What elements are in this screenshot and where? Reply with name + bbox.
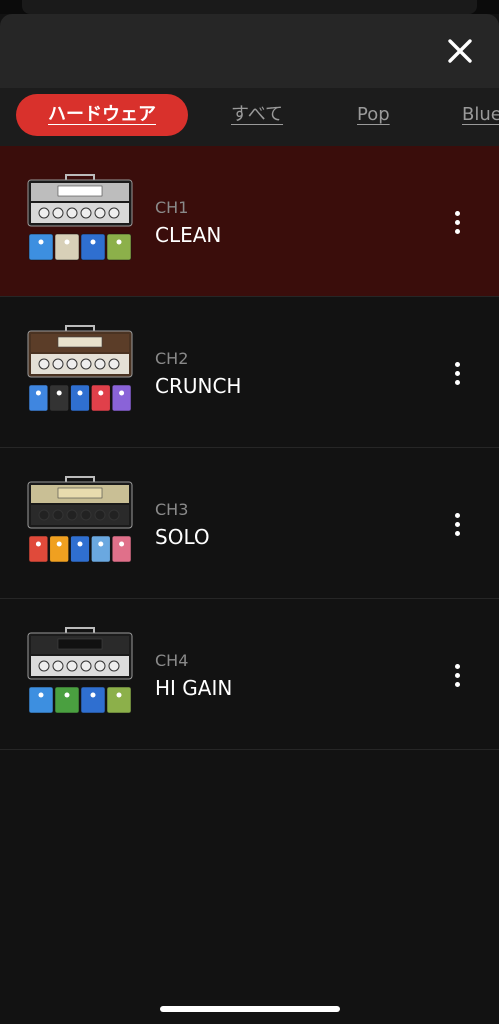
channel-row-ch3[interactable]: CH3 SOLO bbox=[0, 448, 499, 599]
channel-row-ch4[interactable]: CH4 HI GAIN bbox=[0, 599, 499, 750]
close-icon bbox=[448, 39, 472, 63]
more-options-button[interactable] bbox=[445, 657, 469, 693]
channel-number: CH2 bbox=[155, 349, 189, 368]
sheet-header bbox=[0, 14, 499, 88]
amp-thumbnail bbox=[27, 174, 133, 261]
tab-pop[interactable]: Pop bbox=[357, 94, 390, 136]
home-indicator bbox=[160, 1006, 340, 1012]
channel-list: CH1 CLEAN CH2 CRUNCH CH3 SOLO CH4 HI GAI… bbox=[0, 146, 499, 750]
tab-hardware[interactable]: ハードウェア bbox=[16, 94, 188, 136]
channel-name: SOLO bbox=[155, 525, 210, 549]
tab-blues[interactable]: Blue bbox=[462, 94, 499, 136]
channel-row-ch2[interactable]: CH2 CRUNCH bbox=[0, 297, 499, 448]
channel-name: CLEAN bbox=[155, 223, 222, 247]
more-icon bbox=[454, 361, 460, 367]
more-options-button[interactable] bbox=[445, 506, 469, 542]
channel-number: CH4 bbox=[155, 651, 189, 670]
channel-number: CH3 bbox=[155, 500, 189, 519]
channel-name: CRUNCH bbox=[155, 374, 242, 398]
background-sheet bbox=[0, 0, 499, 14]
more-options-button[interactable] bbox=[445, 204, 469, 240]
more-icon bbox=[454, 512, 460, 518]
close-button[interactable] bbox=[443, 34, 477, 68]
more-icon bbox=[454, 663, 460, 669]
channel-name: HI GAIN bbox=[155, 676, 233, 700]
channel-row-ch1[interactable]: CH1 CLEAN bbox=[0, 146, 499, 297]
channel-number: CH1 bbox=[155, 198, 189, 217]
more-icon bbox=[454, 210, 460, 216]
amp-thumbnail bbox=[27, 627, 133, 714]
tab-all[interactable]: すべて bbox=[231, 94, 283, 136]
underlying-sheet-edge bbox=[22, 0, 477, 14]
category-tabs: ハードウェア すべて Pop Blue bbox=[0, 88, 499, 146]
amp-thumbnail bbox=[27, 476, 133, 563]
amp-thumbnail bbox=[27, 325, 133, 412]
more-options-button[interactable] bbox=[445, 355, 469, 391]
